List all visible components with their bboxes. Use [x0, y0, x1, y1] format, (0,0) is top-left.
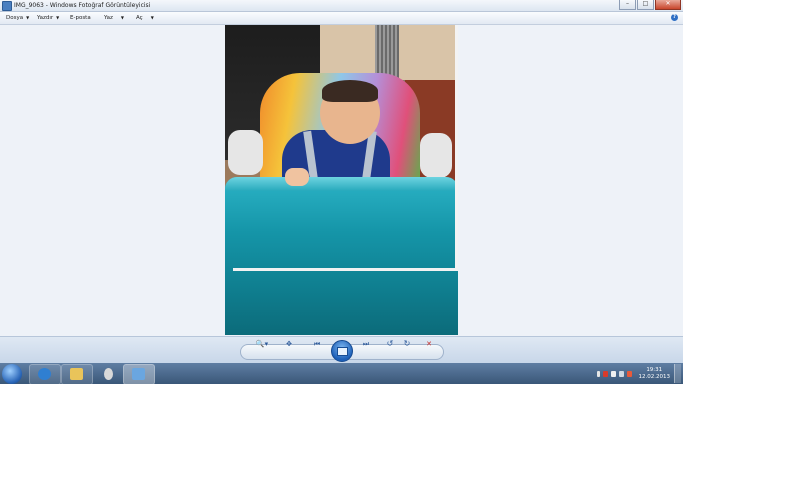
photo-viewer-window: IMG_9063 - Windows Fotoğraf Görüntüleyic…: [0, 0, 683, 364]
volume-icon[interactable]: [626, 370, 632, 377]
clock-date: 12.02.2013: [638, 373, 671, 380]
show-desktop-button[interactable]: [674, 364, 681, 383]
taskbar-users[interactable]: [93, 364, 125, 385]
chevron-down-icon: ▼: [56, 15, 60, 20]
taskbar-internet-explorer[interactable]: [29, 364, 61, 385]
image-viewer-area: [0, 25, 683, 335]
chevron-down-icon: ▼: [26, 15, 30, 20]
viewer-control-bar: 🔍▾ ✥ ⏮ ⏭ ↺ ↻ ✕: [0, 336, 683, 364]
taskbar-file-explorer[interactable]: [61, 364, 93, 385]
delete-icon[interactable]: ✕: [422, 337, 436, 351]
maximize-button[interactable]: □: [637, 0, 654, 10]
window-title: IMG_9063 - Windows Fotoğraf Görüntüleyic…: [14, 2, 151, 9]
menu-print-label: Yazdır: [37, 15, 54, 21]
internet-explorer-icon: [38, 368, 51, 380]
window-caption-buttons: – □ ✕: [619, 0, 681, 10]
rotate-counterclockwise-icon[interactable]: ↺: [383, 337, 397, 351]
menu-burn[interactable]: Yaz ▼: [104, 12, 124, 24]
menu-open-label: Aç: [136, 15, 143, 21]
menu-email-label: E-posta: [70, 15, 91, 21]
displayed-photo[interactable]: [225, 25, 458, 335]
rotate-clockwise-icon[interactable]: ↻: [400, 337, 414, 351]
menu-file-label: Dosya: [6, 15, 24, 21]
network-icon[interactable]: [618, 370, 624, 377]
taskbar: 19:31 12.02.2013: [0, 363, 683, 385]
system-tray: 19:31 12.02.2013: [596, 363, 681, 384]
start-button[interactable]: [2, 364, 22, 384]
clock[interactable]: 19:31 12.02.2013: [639, 367, 671, 381]
menu-open[interactable]: Aç ▼: [136, 12, 154, 24]
photo-viewer-icon: [132, 368, 145, 380]
actual-size-icon[interactable]: ✥: [282, 337, 296, 351]
zoom-icon[interactable]: 🔍▾: [252, 337, 272, 351]
action-center-flag-icon[interactable]: [602, 370, 608, 377]
menu-file[interactable]: Dosya ▼: [6, 12, 29, 24]
show-hidden-icons-icon[interactable]: [596, 370, 600, 377]
slideshow-button[interactable]: [331, 340, 353, 362]
photo-viewer-app-icon[interactable]: [2, 1, 12, 11]
minimize-button[interactable]: –: [619, 0, 636, 10]
title-bar[interactable]: IMG_9063 - Windows Fotoğraf Görüntüleyic…: [0, 0, 683, 12]
user-icon: [104, 368, 113, 380]
next-icon[interactable]: ⏭: [357, 337, 375, 351]
chevron-down-icon: ▼: [150, 15, 154, 20]
chevron-down-icon: ▼: [120, 15, 124, 20]
taskbar-photo-viewer[interactable]: [123, 364, 155, 385]
help-icon[interactable]: ?: [671, 14, 678, 21]
battery-icon[interactable]: [610, 370, 616, 377]
previous-icon[interactable]: ⏮: [308, 337, 326, 351]
clock-time: 19:31: [646, 366, 663, 373]
menu-print[interactable]: Yazdır ▼: [37, 12, 59, 24]
close-button[interactable]: ✕: [655, 0, 681, 10]
slideshow-icon: [337, 347, 348, 356]
menu-email[interactable]: E-posta: [70, 12, 91, 24]
menu-bar: Dosya ▼ Yazdır ▼ E-posta Yaz ▼ Aç ▼ ?: [0, 12, 683, 25]
folder-icon: [70, 368, 83, 380]
menu-burn-label: Yaz: [104, 15, 113, 21]
